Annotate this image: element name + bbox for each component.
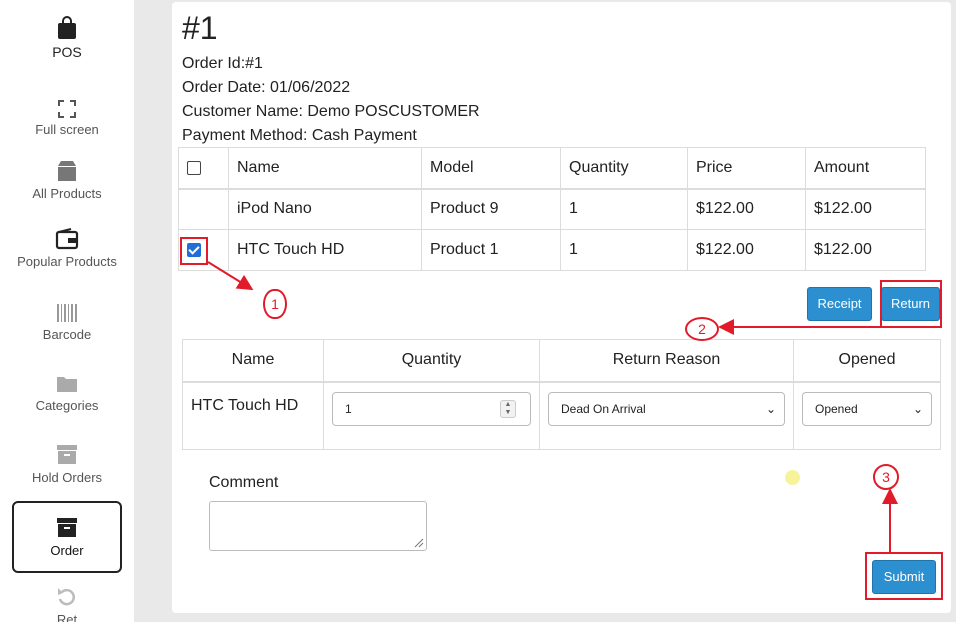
table-header-row: Name Model Quantity Price Amount <box>178 147 926 190</box>
select-all-checkbox[interactable] <box>187 160 201 175</box>
sidebar-item-full-screen[interactable]: Full screen <box>0 100 134 137</box>
receipt-button[interactable]: Receipt <box>807 287 872 321</box>
sidebar-item-label: All Products <box>32 186 102 201</box>
item-name: iPod Nano <box>228 188 422 230</box>
folder-icon <box>57 377 77 392</box>
fullscreen-icon <box>58 100 76 118</box>
sidebar-item-label: Order <box>50 543 84 558</box>
select-all-cell <box>178 147 229 190</box>
resize-grip-icon[interactable] <box>414 538 424 548</box>
row-select-cell <box>178 188 229 230</box>
return-quantity-value: 1 <box>345 401 352 416</box>
table-row: HTC Touch HD 1 ▲ ▼ Dead On Arrival ⌄ Open <box>182 381 941 450</box>
box-icon <box>58 161 76 181</box>
order-items-table: Name Model Quantity Price Amount iPod Na… <box>178 147 926 271</box>
sidebar-item-label: Ret <box>56 612 78 622</box>
sidebar-item-all-products[interactable]: All Products <box>0 160 134 201</box>
annotation-box-checkbox <box>180 237 208 265</box>
return-reason-cell: Dead On Arrival ⌄ <box>539 381 794 450</box>
cursor-highlight <box>785 470 800 485</box>
annotation-number-1: 1 <box>263 289 287 319</box>
column-header-quantity: Quantity <box>560 147 688 190</box>
return-quantity-input[interactable]: 1 ▲ ▼ <box>332 391 531 426</box>
item-price: $122.00 <box>687 188 806 230</box>
column-header-amount: Amount <box>805 147 926 190</box>
column-header-price: Price <box>687 147 806 190</box>
payment-method: Payment Method: Cash Payment <box>182 127 417 144</box>
column-header-name: Name <box>228 147 422 190</box>
table-header-row: Name Quantity Return Reason Opened <box>182 339 941 383</box>
column-header-opened: Opened <box>793 339 941 383</box>
sidebar-item-label: POS <box>52 44 82 60</box>
sidebar-item-barcode[interactable]: Barcode <box>0 303 134 342</box>
archive-icon <box>57 445 77 464</box>
sidebar-item-label: Barcode <box>42 327 92 342</box>
quantity-stepper[interactable]: ▲ ▼ <box>500 399 516 418</box>
chevron-down-icon: ⌄ <box>912 401 923 416</box>
table-row: HTC Touch HD Product 1 1 $122.00 $122.00 <box>178 229 926 271</box>
column-header-model: Model <box>421 147 561 190</box>
table-row: iPod Nano Product 9 1 $122.00 $122.00 <box>178 188 926 230</box>
return-reason-select[interactable]: Dead On Arrival ⌄ <box>548 391 785 426</box>
annotation-number-3: 3 <box>873 464 899 490</box>
item-price: $122.00 <box>687 229 806 271</box>
sidebar-item-return[interactable]: Ret <box>0 586 134 622</box>
sidebar-item-hold-orders[interactable]: Hold Orders <box>0 444 134 485</box>
chevron-down-icon: ⌄ <box>765 401 776 416</box>
annotation-number-2: 2 <box>685 317 719 341</box>
sidebar-item-popular-products[interactable]: Popular Products <box>0 228 134 269</box>
annotation-box-submit <box>865 552 943 600</box>
comment-label: Comment <box>209 474 279 491</box>
shopping-bag-icon <box>58 16 76 39</box>
customer-name: Customer Name: Demo POSCUSTOMER <box>182 103 480 120</box>
order-id: Order Id:#1 <box>182 55 263 72</box>
return-item-name: HTC Touch HD <box>182 381 324 450</box>
sidebar-item-order[interactable]: Order <box>12 501 122 573</box>
wallet-icon <box>55 228 79 250</box>
item-model: Product 1 <box>421 229 561 271</box>
archive-box-icon <box>57 518 77 537</box>
opened-cell: Opened ⌄ <box>793 381 941 450</box>
sidebar-item-pos[interactable]: POS <box>0 16 134 60</box>
return-items-table: Name Quantity Return Reason Opened HTC T… <box>182 339 941 450</box>
item-quantity: 1 <box>560 188 688 230</box>
opened-value: Opened <box>815 401 858 416</box>
comment-textarea[interactable] <box>209 501 427 551</box>
item-model: Product 9 <box>421 188 561 230</box>
item-amount: $122.00 <box>805 229 926 271</box>
return-quantity-cell: 1 ▲ ▼ <box>323 381 540 450</box>
column-header-quantity: Quantity <box>323 339 540 383</box>
undo-icon <box>58 588 75 606</box>
order-detail-card: #1 Order Id:#1 Order Date: 01/06/2022 Cu… <box>172 2 951 613</box>
opened-select[interactable]: Opened ⌄ <box>802 391 932 426</box>
sidebar-item-categories[interactable]: Categories <box>0 374 134 413</box>
barcode-icon <box>57 304 77 322</box>
column-header-return-reason: Return Reason <box>539 339 794 383</box>
order-date: Order Date: 01/06/2022 <box>182 79 351 96</box>
item-amount: $122.00 <box>805 188 926 230</box>
return-reason-value: Dead On Arrival <box>561 401 646 416</box>
page-title: #1 <box>182 10 218 46</box>
sidebar-item-label: Categories <box>35 398 99 413</box>
annotation-box-return <box>880 280 942 328</box>
sidebar: POS Full screen All Products Popular Pro… <box>0 0 134 622</box>
column-header-name: Name <box>182 339 324 383</box>
sidebar-item-label: Popular Products <box>17 254 117 269</box>
item-quantity: 1 <box>560 229 688 271</box>
item-name: HTC Touch HD <box>228 229 422 271</box>
sidebar-item-label: Hold Orders <box>31 470 103 485</box>
sidebar-item-label: Full screen <box>35 122 99 137</box>
